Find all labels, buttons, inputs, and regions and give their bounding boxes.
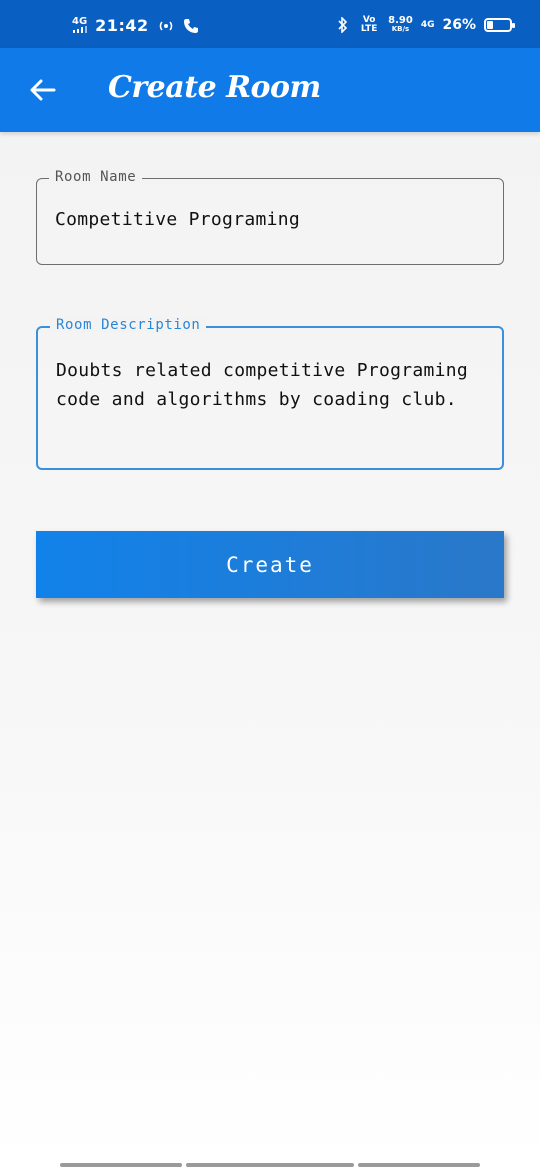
room-description-label: Room Description	[50, 317, 207, 333]
room-name-field[interactable]: Room Name Competitive Programing	[36, 169, 504, 265]
room-description-field[interactable]: Room Description Doubts related competit…	[36, 317, 504, 470]
page-title: Create Room	[108, 70, 321, 105]
speed-unit: KB/s	[391, 25, 410, 33]
status-left: 4G 21:42	[72, 16, 199, 35]
gesture-bar-segment	[186, 1163, 354, 1167]
room-name-label: Room Name	[49, 169, 143, 185]
room-name-input[interactable]: Competitive Programing	[55, 209, 485, 230]
gesture-bar-segment	[358, 1163, 480, 1167]
network-indicator-right: 4G	[420, 19, 435, 30]
gesture-bar-segment	[60, 1163, 182, 1167]
hotspot-icon	[159, 21, 172, 30]
battery-level	[487, 21, 493, 29]
phone-icon	[183, 18, 198, 33]
back-button[interactable]	[22, 70, 62, 110]
volte-indicator: Vo LTE	[360, 15, 378, 34]
status-right: Vo LTE 8.90 KB/s 4G 26%	[336, 15, 515, 34]
network-type-label: 4G	[72, 15, 88, 27]
speed-value: 8.90	[388, 15, 413, 26]
room-description-input[interactable]: Doubts related competitive Programing co…	[56, 356, 484, 414]
battery-icon	[484, 18, 515, 32]
clock: 21:42	[95, 16, 149, 35]
create-button[interactable]: Create	[36, 531, 504, 598]
arrow-left-icon	[30, 79, 56, 101]
signal-icon	[72, 25, 87, 33]
bluetooth-icon	[338, 17, 348, 33]
network-speed: 8.90 KB/s	[388, 16, 413, 34]
network-indicator-left: 4G	[72, 15, 88, 35]
gesture-bar	[60, 1163, 480, 1167]
battery-percent: 26%	[442, 17, 476, 33]
status-bar: 4G 21:42 Vo LTE 8.90 KB/s 4G 26%	[0, 0, 540, 48]
app-bar: Create Room	[0, 48, 540, 132]
